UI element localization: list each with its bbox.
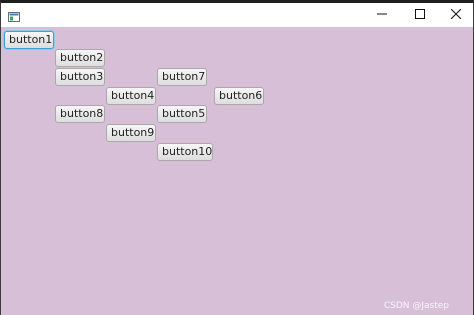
close-button[interactable]: [437, 3, 473, 27]
button3[interactable]: button3: [55, 68, 105, 86]
button5[interactable]: button5: [157, 105, 207, 123]
button6[interactable]: button6: [214, 87, 264, 105]
button7[interactable]: button7: [157, 68, 207, 86]
button1[interactable]: button1: [4, 31, 54, 49]
content-pane: button1 button2 button3 button4 button5 …: [1, 27, 473, 315]
button4[interactable]: button4: [106, 87, 156, 105]
close-icon: [450, 6, 462, 24]
button2[interactable]: button2: [55, 49, 105, 67]
title-bar[interactable]: [1, 3, 473, 27]
button10[interactable]: button10: [157, 143, 213, 161]
application-window: button1 button2 button3 button4 button5 …: [0, 0, 474, 315]
watermark: CSDN @Jastep: [383, 301, 449, 311]
app-window-icon: [8, 9, 20, 22]
minimize-icon: [377, 6, 387, 24]
maximize-button[interactable]: [401, 3, 439, 27]
button9[interactable]: button9: [106, 124, 156, 142]
minimize-button[interactable]: [363, 3, 401, 27]
button8[interactable]: button8: [55, 105, 105, 123]
maximize-icon: [415, 6, 425, 24]
